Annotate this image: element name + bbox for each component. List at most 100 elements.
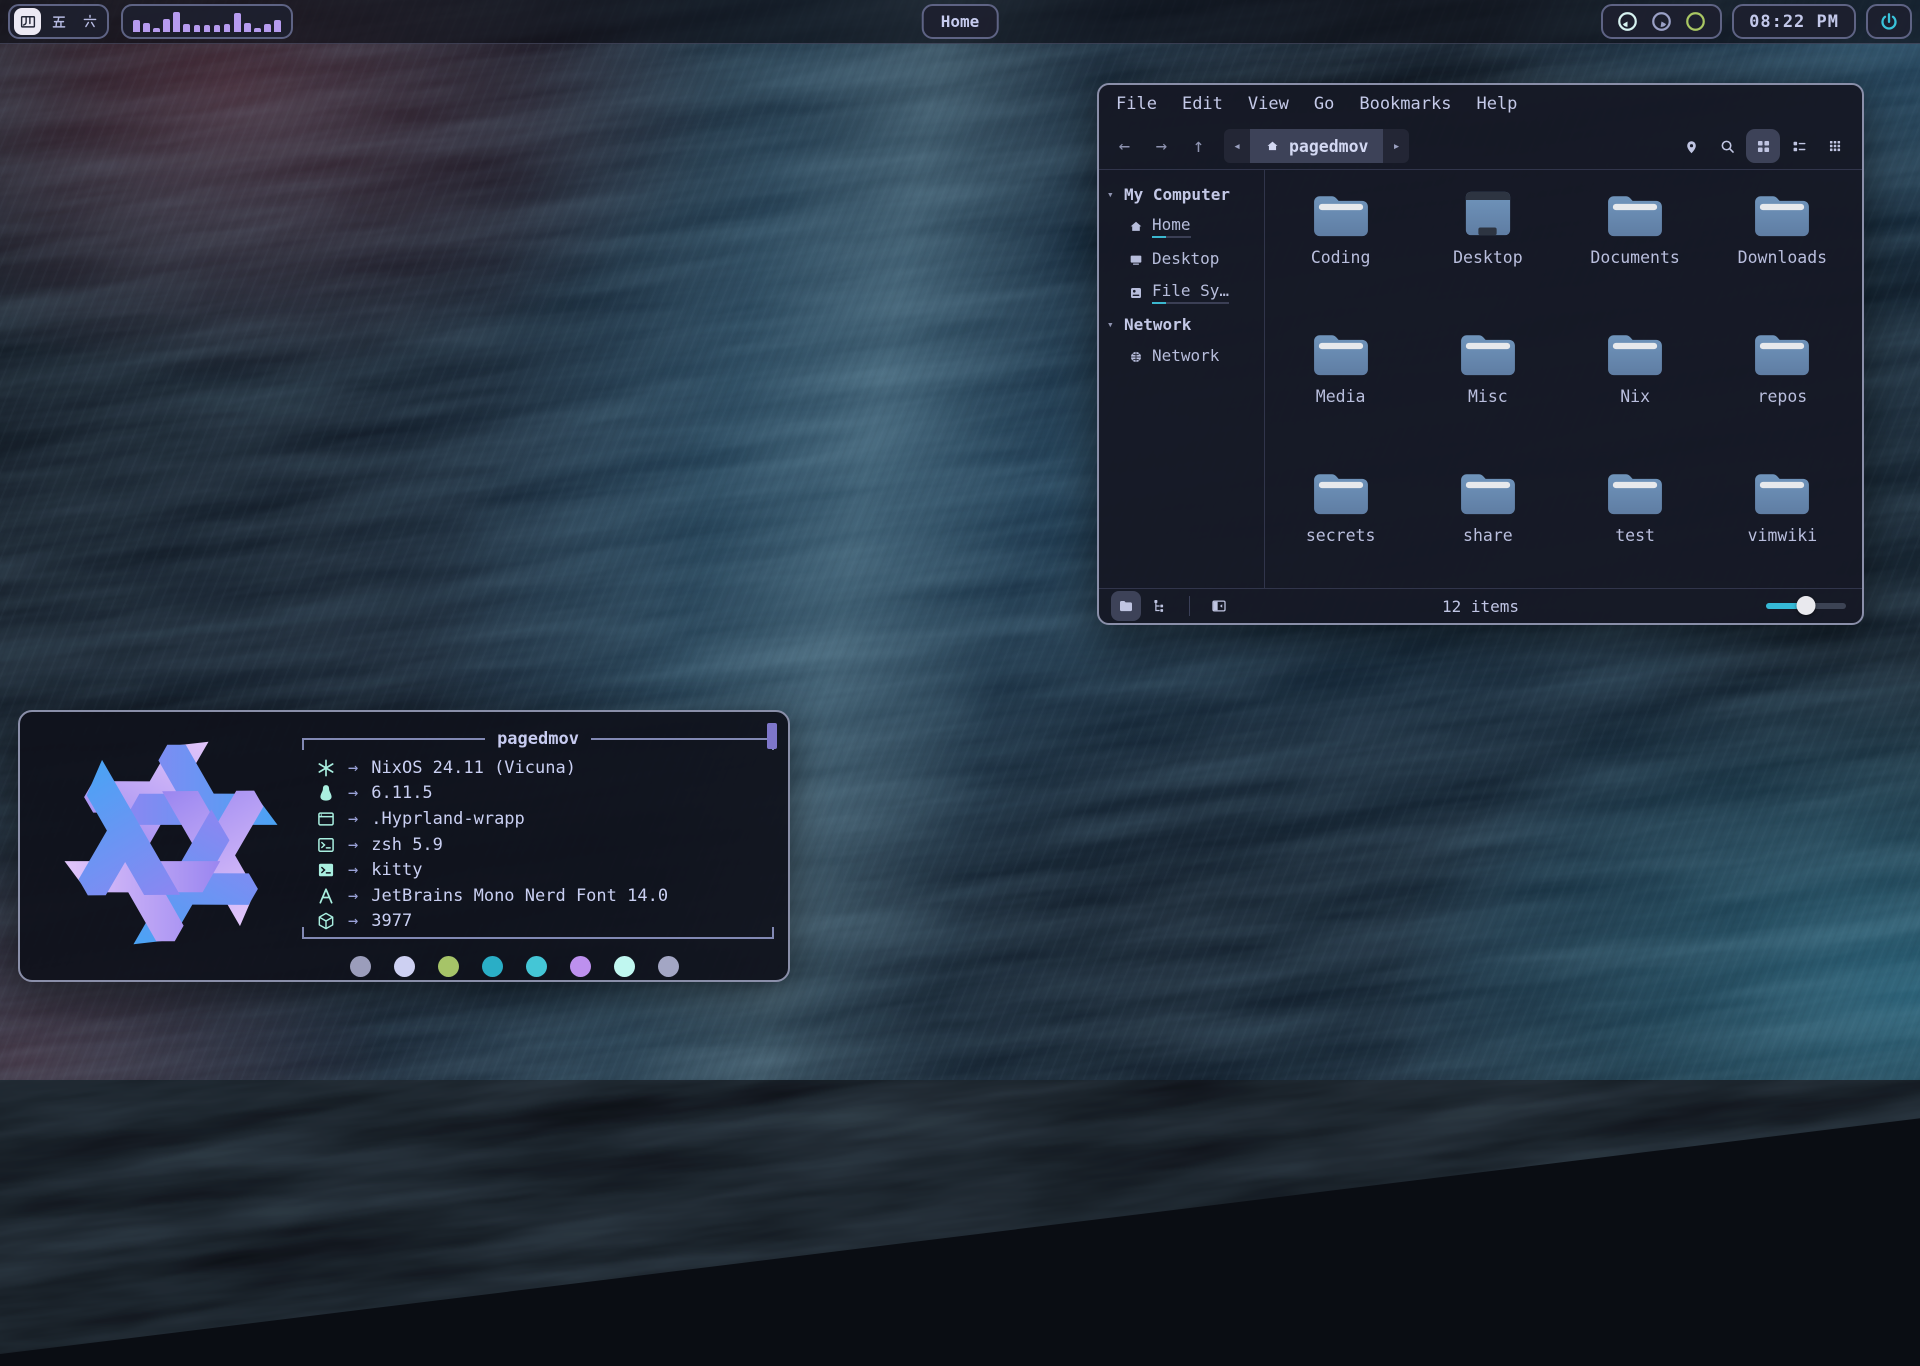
folder-icon bbox=[1605, 467, 1665, 517]
tree-pane-icon bbox=[1151, 597, 1169, 615]
palette-dot-6 bbox=[570, 956, 591, 977]
fetch-row: →zsh 5.9 bbox=[302, 832, 774, 858]
compact-view-button[interactable] bbox=[1818, 129, 1852, 163]
active-window-title-button[interactable]: Home bbox=[922, 4, 999, 39]
palette-dot-5 bbox=[526, 956, 547, 977]
home-icon bbox=[1128, 219, 1144, 235]
folder-coding[interactable]: Coding bbox=[1267, 180, 1414, 319]
file-manager-menubar: File Edit View Go Bookmarks Help bbox=[1099, 85, 1862, 123]
folder-vimwiki[interactable]: vimwiki bbox=[1709, 458, 1856, 597]
folder-secrets[interactable]: secrets bbox=[1267, 458, 1414, 597]
sidebar-item-network[interactable]: Network bbox=[1107, 340, 1264, 373]
places-sidebar: ▾My ComputerHome Desktop File Sy…▾NetworkN… bbox=[1099, 170, 1265, 588]
bar-left-modules bbox=[8, 4, 293, 39]
palette-dot-8 bbox=[658, 956, 679, 977]
location-pin-button[interactable] bbox=[1674, 129, 1708, 163]
package-icon bbox=[316, 911, 336, 931]
sidebar-item-desktop[interactable]: Desktop bbox=[1107, 243, 1264, 276]
folder-nix[interactable]: Nix bbox=[1562, 319, 1709, 458]
folder-name-label: vimwiki bbox=[1748, 526, 1818, 545]
visualizer-bar bbox=[244, 23, 251, 32]
workspace-button-3[interactable] bbox=[76, 8, 103, 35]
folder-icon bbox=[1752, 467, 1812, 517]
visualizer-bar bbox=[254, 28, 261, 32]
up-button[interactable]: ↑ bbox=[1183, 131, 1214, 162]
workspace-button-1[interactable] bbox=[14, 8, 41, 35]
system-monitor-rings bbox=[1601, 4, 1722, 39]
fetch-box-bottom-border bbox=[302, 937, 774, 949]
forward-button[interactable]: → bbox=[1146, 131, 1177, 162]
path-segment-home[interactable]: pagedmov bbox=[1250, 129, 1383, 163]
monitor-ring-3-icon bbox=[1684, 10, 1707, 33]
desktop-folder-icon bbox=[1458, 189, 1518, 239]
path-scroll-left-icon[interactable]: ◂ bbox=[1224, 129, 1250, 163]
back-button[interactable]: ← bbox=[1109, 131, 1140, 162]
tree-pane-button[interactable] bbox=[1145, 591, 1175, 621]
power-button[interactable] bbox=[1866, 4, 1912, 39]
folder-name-label: Downloads bbox=[1738, 248, 1827, 267]
menu-view[interactable]: View bbox=[1248, 94, 1289, 114]
menu-file[interactable]: File bbox=[1116, 94, 1157, 114]
menu-help[interactable]: Help bbox=[1476, 94, 1517, 114]
folder-name-label: share bbox=[1463, 526, 1513, 545]
folder-share[interactable]: share bbox=[1414, 458, 1561, 597]
folder-icon bbox=[1458, 467, 1518, 517]
menu-edit[interactable]: Edit bbox=[1182, 94, 1223, 114]
workspace-button-2[interactable] bbox=[45, 8, 72, 35]
fetch-value: JetBrains Mono Nerd Font 14.0 bbox=[371, 886, 668, 906]
folder-icon bbox=[1311, 328, 1371, 378]
sidebar-section-network[interactable]: ▾Network bbox=[1107, 309, 1264, 340]
menu-bookmarks[interactable]: Bookmarks bbox=[1359, 94, 1451, 114]
sidebar-item-home[interactable]: Home bbox=[1107, 210, 1264, 243]
folder-misc[interactable]: Misc bbox=[1414, 319, 1561, 458]
folder-media[interactable]: Media bbox=[1267, 319, 1414, 458]
slider-knob[interactable] bbox=[1797, 596, 1816, 615]
fetch-value: 3977 bbox=[371, 911, 412, 931]
folder-name-label: Misc bbox=[1468, 387, 1508, 406]
folder-repos[interactable]: repos bbox=[1709, 319, 1856, 458]
sidebar-item-filesy[interactable]: File Sy… bbox=[1107, 276, 1264, 309]
list-view-button[interactable] bbox=[1782, 129, 1816, 163]
visualizer-bar bbox=[153, 28, 160, 32]
palette-dot-1 bbox=[350, 956, 371, 977]
folder-pane-button[interactable] bbox=[1111, 591, 1141, 621]
terminal-color-palette bbox=[350, 956, 774, 977]
file-manager-toolbar: ← →↑ ◂ pagedmov ▸ bbox=[1099, 123, 1862, 169]
search-icon bbox=[1718, 137, 1737, 156]
fetch-row: →NixOS 24.11 (Vicuna) bbox=[302, 755, 774, 781]
list-view-icon bbox=[1790, 137, 1809, 156]
arrow-glyph: → bbox=[348, 809, 358, 829]
fastfetch-output: pagedmov →NixOS 24.11 (Vicuna)→6.11.5→.H… bbox=[302, 728, 774, 977]
fetch-row: →JetBrains Mono Nerd Font 14.0 bbox=[302, 883, 774, 909]
visualizer-bar bbox=[264, 24, 271, 32]
folder-icon bbox=[1752, 328, 1812, 378]
folder-test[interactable]: test bbox=[1562, 458, 1709, 597]
path-scroll-right-icon[interactable]: ▸ bbox=[1383, 129, 1409, 163]
back-arrow-icon: ← bbox=[1119, 135, 1130, 157]
folder-name-label: repos bbox=[1758, 387, 1808, 406]
palette-dot-2 bbox=[394, 956, 415, 977]
view-buttons bbox=[1672, 129, 1852, 163]
folder-name-label: Documents bbox=[1590, 248, 1679, 267]
sidebar-item-label: Desktop bbox=[1152, 249, 1219, 270]
sidebar-section-my-computer[interactable]: ▾My Computer bbox=[1107, 179, 1264, 210]
drive-icon bbox=[1128, 285, 1144, 301]
palette-dot-7 bbox=[614, 956, 635, 977]
sidebar-toggle-button[interactable] bbox=[1204, 591, 1234, 621]
folder-desktop[interactable]: Desktop bbox=[1414, 180, 1561, 319]
visualizer-bar bbox=[214, 25, 221, 32]
nixos-logo bbox=[56, 728, 286, 958]
sidebar-toggle-icon bbox=[1210, 597, 1228, 615]
fetch-value: 6.11.5 bbox=[371, 783, 432, 803]
fetch-lines: →NixOS 24.11 (Vicuna)→6.11.5→.Hyprland-w… bbox=[302, 755, 774, 934]
penguin-icon bbox=[316, 783, 336, 803]
folder-downloads[interactable]: Downloads bbox=[1709, 180, 1856, 319]
icon-zoom-slider[interactable] bbox=[1766, 603, 1846, 609]
arrow-glyph: → bbox=[348, 911, 358, 931]
terminal-window[interactable]: pagedmov →NixOS 24.11 (Vicuna)→6.11.5→.H… bbox=[18, 710, 790, 982]
font-icon bbox=[316, 886, 336, 906]
folder-documents[interactable]: Documents bbox=[1562, 180, 1709, 319]
search-button[interactable] bbox=[1710, 129, 1744, 163]
grid-view-button[interactable] bbox=[1746, 129, 1780, 163]
menu-go[interactable]: Go bbox=[1314, 94, 1334, 114]
